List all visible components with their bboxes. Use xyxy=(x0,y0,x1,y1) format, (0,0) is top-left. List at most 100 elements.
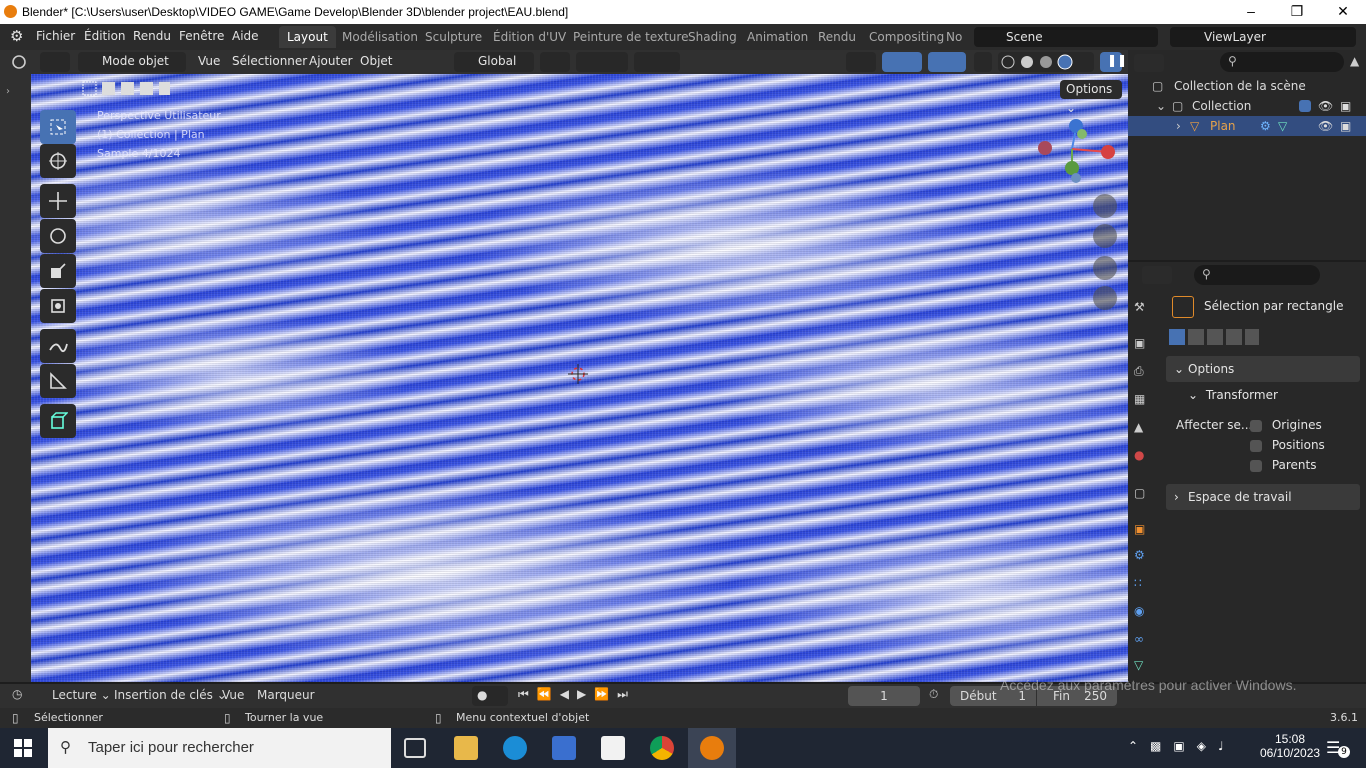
menu-fichier[interactable]: Fichier xyxy=(36,29,75,43)
menu-marqueur[interactable]: Marqueur xyxy=(257,688,315,702)
transform-subpanel-header[interactable]: ⌄ Transformer xyxy=(1188,388,1278,402)
task-view-icon[interactable] xyxy=(404,738,426,758)
transform-tool[interactable] xyxy=(40,289,76,323)
filter-icon[interactable]: ▲ xyxy=(1350,54,1359,68)
menu-rendu[interactable]: Rendu xyxy=(133,29,171,43)
menu-vue[interactable]: Vue xyxy=(198,54,220,68)
proportional-editing-toggle[interactable] xyxy=(634,52,680,72)
shading-mode-buttons[interactable] xyxy=(998,52,1094,72)
positions-checkbox[interactable] xyxy=(1250,439,1262,452)
physics-tab-icon[interactable]: ◉ xyxy=(1134,604,1144,618)
rotate-tool[interactable] xyxy=(40,219,76,253)
tab-animation[interactable]: Animation xyxy=(739,26,816,48)
constraints-tab-icon[interactable]: ∞ xyxy=(1134,632,1144,646)
modifier-tab-icon[interactable]: ⚙ xyxy=(1134,548,1145,562)
parents-checkbox[interactable] xyxy=(1250,459,1262,472)
view-layer-tab-icon[interactable]: ▦ xyxy=(1134,392,1145,406)
visibility-eye-icon[interactable]: 👁 xyxy=(1318,96,1333,116)
view-layer-selector[interactable]: ViewLayer xyxy=(1170,27,1356,47)
move-tool[interactable] xyxy=(40,184,76,218)
keyframe-record-button[interactable]: ● xyxy=(472,686,508,706)
chrome-browser-icon[interactable] xyxy=(650,736,674,760)
properties-editor-type-icon[interactable] xyxy=(1142,266,1172,284)
expand-region-arrow-icon[interactable]: › xyxy=(6,86,10,97)
positions-checkbox-row[interactable]: Positions xyxy=(1250,438,1325,452)
visibility-dropdown[interactable] xyxy=(846,52,876,72)
pan-hand-icon[interactable] xyxy=(1093,224,1117,248)
snapping-toggle[interactable] xyxy=(576,52,628,72)
select-box-tool[interactable] xyxy=(40,110,76,144)
data-tab-icon[interactable]: ▽ xyxy=(1134,658,1143,672)
origins-checkbox-row[interactable]: Origines xyxy=(1250,418,1322,432)
outliner-row-scene-collection[interactable]: ▢ Collection de la scène xyxy=(1128,76,1366,96)
tab-nodes[interactable]: No xyxy=(942,26,968,48)
zoom-icon[interactable] xyxy=(1093,194,1117,218)
tab-rendu[interactable]: Rendu xyxy=(810,26,864,48)
menu-insertion-cles[interactable]: Insertion de clés ⌄ xyxy=(114,688,227,702)
particles-tab-icon[interactable]: ∷ xyxy=(1134,576,1142,590)
pause-render-button[interactable]: ❚❚ xyxy=(1100,52,1127,72)
mail-icon[interactable] xyxy=(601,736,625,760)
select-mode-buttons[interactable] xyxy=(81,80,171,98)
gizmo-toggle[interactable] xyxy=(882,52,922,72)
windows-start-icon[interactable] xyxy=(14,739,32,757)
outliner-search-input[interactable]: ⚲ xyxy=(1220,52,1344,72)
collection-include-checkbox[interactable] xyxy=(1299,100,1311,112)
stopwatch-icon[interactable]: ⏱ xyxy=(929,687,938,702)
scene-selector[interactable]: Scene xyxy=(974,27,1158,47)
file-explorer-icon[interactable] xyxy=(454,736,478,760)
expand-chevron-icon[interactable]: ⌄ xyxy=(1156,96,1166,116)
camera-view-icon[interactable] xyxy=(1093,256,1117,280)
menu-ajouter[interactable]: Ajouter xyxy=(309,54,353,68)
menu-lecture[interactable]: Lecture ⌄ xyxy=(52,688,111,702)
tab-compositing[interactable]: Compositing xyxy=(861,26,952,48)
perspective-toggle-icon[interactable] xyxy=(1093,286,1117,310)
scale-tool[interactable] xyxy=(40,254,76,288)
tool-tab-icon[interactable]: ⚒ xyxy=(1134,300,1145,314)
3d-viewport[interactable]: Perspective Utilisateur (1) Collection |… xyxy=(31,74,1128,682)
menu-edition[interactable]: Édition xyxy=(84,29,126,43)
cursor-tool[interactable] xyxy=(40,144,76,178)
visibility-eye-icon[interactable]: 👁 xyxy=(1318,116,1333,136)
workspace-panel-header[interactable]: › Espace de travail xyxy=(1166,484,1360,510)
blender-menu-icon[interactable]: ⚙ xyxy=(10,27,23,45)
system-tray-icons[interactable]: ⌃▩▣◈♩ xyxy=(1128,739,1236,753)
overlays-toggle[interactable] xyxy=(928,52,966,72)
outliner-row-collection[interactable]: ⌄ ▢ Collection 👁 ▣ xyxy=(1128,96,1366,116)
measure-tool[interactable] xyxy=(40,364,76,398)
world-tab-icon[interactable]: ● xyxy=(1134,448,1144,462)
parents-checkbox-row[interactable]: Parents xyxy=(1250,458,1317,472)
render-tab-icon[interactable]: ▣ xyxy=(1134,336,1145,350)
scene-tab-icon[interactable]: ▲ xyxy=(1134,420,1143,434)
tab-layout[interactable]: Layout xyxy=(279,26,336,48)
notification-center-icon[interactable]: ☰ 9 xyxy=(1326,738,1350,758)
object-tab-icon[interactable]: ▣ xyxy=(1134,522,1145,536)
output-tab-icon[interactable]: ⎙ xyxy=(1134,364,1144,379)
selection-mode-dropdown[interactable] xyxy=(40,52,70,72)
menu-vue-timeline[interactable]: Vue xyxy=(222,688,244,702)
minimize-button[interactable]: – xyxy=(1228,0,1274,24)
editor-type-icon[interactable] xyxy=(8,52,30,72)
origins-checkbox[interactable] xyxy=(1250,419,1262,432)
taskbar-clock[interactable]: 15:08 06/10/2023 xyxy=(1260,732,1320,760)
blender-taskbar-button[interactable] xyxy=(688,728,736,768)
tab-sculpture[interactable]: Sculpture xyxy=(417,26,490,48)
outliner-row-plan[interactable]: › ▽ Plan ⚙ ▽ 👁 ▣ xyxy=(1128,116,1366,136)
xray-toggle[interactable] xyxy=(974,52,992,72)
menu-selectionner[interactable]: Sélectionner xyxy=(232,54,307,68)
tab-edition-uv[interactable]: Édition d'UV xyxy=(485,26,574,48)
options-panel-header[interactable]: ⌄ Options xyxy=(1166,356,1360,382)
expand-arrow-icon[interactable]: › xyxy=(1176,116,1181,136)
pivot-point-dropdown[interactable] xyxy=(540,52,570,72)
properties-search-input[interactable]: ⚲ xyxy=(1194,265,1320,285)
mode-dropdown[interactable]: Mode objet xyxy=(78,52,186,72)
microsoft-store-icon[interactable] xyxy=(552,736,576,760)
menu-aide[interactable]: Aide xyxy=(232,29,259,43)
edge-browser-icon[interactable] xyxy=(503,736,527,760)
collection-tab-icon[interactable]: ▢ xyxy=(1134,486,1145,500)
annotate-tool[interactable] xyxy=(40,329,76,363)
taskbar-search-box[interactable]: ⚲ Taper ici pour rechercher xyxy=(48,728,391,768)
tab-modelisation[interactable]: Modélisation xyxy=(334,26,426,48)
navigation-gizmo[interactable] xyxy=(1036,114,1116,194)
current-frame-field[interactable]: 1 xyxy=(848,686,920,706)
